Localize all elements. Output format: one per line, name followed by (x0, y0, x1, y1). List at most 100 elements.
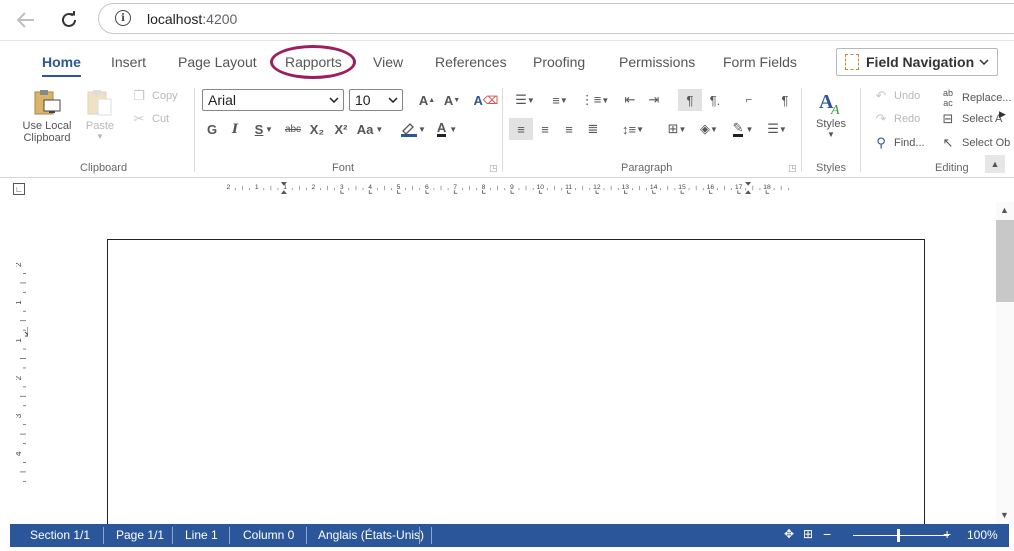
undo-icon: ↶ (875, 88, 887, 103)
chevron-down-icon: ▼ (449, 124, 458, 134)
chevron-down-icon: ▼ (526, 95, 535, 105)
bold-button[interactable]: G (200, 118, 224, 140)
redo-label: Redo (894, 113, 921, 125)
reload-icon[interactable] (55, 6, 83, 34)
superscript-button[interactable]: X² (329, 118, 353, 140)
chevron-down-icon: ▼ (778, 124, 787, 134)
tab-permissions[interactable]: Permissions (619, 54, 695, 70)
address-bar[interactable]: i localhost:4200 (98, 3, 1014, 34)
tab-proofing[interactable]: Proofing (533, 54, 585, 70)
copy-label: Copy (152, 90, 178, 102)
select-objects-button[interactable]: ↖ Select Ob (938, 135, 1011, 151)
pen-color-button[interactable]: ✎ ▼ (728, 118, 758, 140)
back-arrow-icon[interactable] (12, 6, 40, 34)
use-local-clipboard-button[interactable]: Use Local Clipboard (22, 88, 72, 144)
fit-page-icon[interactable]: ✥ (784, 527, 794, 541)
shading-button[interactable]: ◈ ▼ (694, 118, 724, 140)
zoom-slider-track[interactable] (853, 535, 949, 536)
border-style-button[interactable]: ☰ ▼ (762, 118, 792, 140)
pilcrow-icon[interactable]: ¶ (773, 89, 797, 111)
zoom-in-icon[interactable]: + (943, 526, 951, 542)
line-spacing-button[interactable]: ↕≡ ▼ (618, 118, 648, 140)
subscript-button[interactable]: X₂ (305, 118, 329, 140)
borders-button[interactable]: ⊞ ▼ (662, 118, 692, 140)
highlight-pen-icon (401, 123, 418, 137)
font-color-button[interactable]: A ▼ (432, 118, 462, 140)
undo-button[interactable]: ↶ Undo (872, 88, 921, 104)
scroll-thumb[interactable] (996, 220, 1014, 302)
zoom-level[interactable]: 100% (967, 528, 998, 542)
tab-selector-icon[interactable]: ∟ (13, 183, 25, 195)
shrink-font-icon[interactable]: A ▼ (440, 89, 464, 111)
scroll-down-icon[interactable]: ▼ (1000, 510, 1009, 520)
font-dialog-launcher-icon[interactable]: ◳ (489, 163, 498, 174)
styles-label: Styles (816, 118, 846, 130)
browser-toolbar: i localhost:4200 (0, 0, 1014, 40)
vertical-scrollbar[interactable]: ▲ ▼ (996, 202, 1014, 524)
highlight-color-button[interactable]: ▼ (398, 118, 428, 140)
styles-button[interactable]: A A Styles ▼ (812, 88, 850, 139)
grow-font-icon[interactable]: A ▲ (415, 89, 439, 111)
document-area[interactable]: 2 1 1 2 3 4 (0, 202, 996, 539)
zoom-slider-thumb[interactable] (897, 529, 900, 542)
ribbon-scroll-right-icon[interactable]: ▶ (999, 109, 1006, 120)
scroll-up-icon[interactable]: ▲ (1000, 205, 1009, 215)
font-family-select[interactable]: Arial (202, 89, 344, 111)
paragraph-dialog-launcher-icon[interactable]: ◳ (788, 163, 797, 174)
numbering-button[interactable]: ≡ ▼ (545, 89, 575, 111)
ruler-label: 16 (707, 184, 715, 191)
use-local-label-2: Clipboard (23, 132, 71, 144)
increase-indent-icon[interactable]: ⇥ (642, 89, 666, 111)
page-break-icon[interactable]: ⌐ (737, 89, 761, 111)
replace-button[interactable]: ab ac Replace... (938, 88, 1012, 108)
top-margin-marker[interactable] (24, 327, 28, 337)
paragraph-direction-icon[interactable]: ¶. (703, 89, 727, 111)
cut-button[interactable]: ✂ Cut (130, 111, 170, 127)
tab-form-fields[interactable]: Form Fields (723, 54, 797, 70)
tab-home[interactable]: Home (42, 54, 81, 77)
url-port: :4200 (202, 11, 238, 27)
multilevel-list-icon: ⋮≡ (580, 92, 602, 107)
align-left-icon[interactable]: ≡ (509, 118, 533, 140)
align-center-icon[interactable]: ≡ (533, 118, 557, 140)
field-navigation-button[interactable]: Field Navigation (836, 48, 998, 76)
copy-button[interactable]: ❐ Copy (130, 88, 178, 104)
italic-button[interactable]: I (223, 118, 247, 140)
zoom-out-icon[interactable]: − (823, 526, 831, 542)
select-all-button[interactable]: ⊟ Select A (938, 111, 1003, 127)
group-divider (502, 88, 503, 172)
search-icon: ⚲ (876, 135, 886, 150)
chevron-down-icon: ▼ (636, 124, 644, 134)
find-button[interactable]: ⚲ Find... (872, 135, 924, 151)
align-right-icon[interactable]: ≡ (557, 118, 581, 140)
strikethrough-button[interactable]: abc (281, 118, 305, 140)
justify-icon[interactable]: ≣ (581, 118, 605, 140)
paste-icon (87, 90, 112, 116)
paste-button[interactable]: Paste ▼ (84, 88, 116, 141)
url-host: localhost (147, 11, 203, 27)
clear-formatting-icon[interactable]: A ⌫ (474, 89, 499, 111)
tab-page-layout[interactable]: Page Layout (178, 54, 257, 70)
fit-width-icon[interactable]: ⊞ (803, 527, 813, 541)
underline-dropdown-icon[interactable]: ▼ (263, 118, 275, 140)
redo-button[interactable]: ↷ Redo (872, 111, 921, 127)
vertical-ruler: 2 1 1 2 3 4 (16, 262, 28, 482)
status-language[interactable]: Anglais (États-Unis) (318, 528, 424, 542)
decrease-indent-icon[interactable]: ⇤ (618, 89, 642, 111)
bullet-list-icon: ☰ (515, 92, 527, 107)
tab-insert[interactable]: Insert (111, 54, 146, 70)
multilevel-list-button[interactable]: ⋮≡ ▼ (580, 89, 610, 111)
show-formatting-marks-icon[interactable]: ¶ (678, 89, 702, 111)
tab-view[interactable]: View (373, 54, 403, 70)
bullets-button[interactable]: ☰ ▼ (510, 89, 540, 111)
tab-references[interactable]: References (435, 54, 507, 70)
document-page[interactable] (107, 239, 925, 539)
ruler-label: 18 (763, 184, 771, 191)
collapse-ribbon-icon[interactable]: ▲ (985, 155, 1005, 173)
change-case-button[interactable]: Aa ▼ (355, 118, 385, 140)
status-bar: Section 1/1 Page 1/1 Line 1 Column 0 Ang… (10, 524, 1009, 547)
horizontal-ruler[interactable]: ∟ 2 1 1 2 3 4 5 6 7 8 9 10 11 12 13 14 15 16 17 18 (0, 178, 1014, 202)
font-size-select[interactable]: 10 (349, 89, 403, 111)
info-icon[interactable]: i (115, 10, 131, 26)
field-navigation-label: Field Navigation (866, 54, 975, 70)
